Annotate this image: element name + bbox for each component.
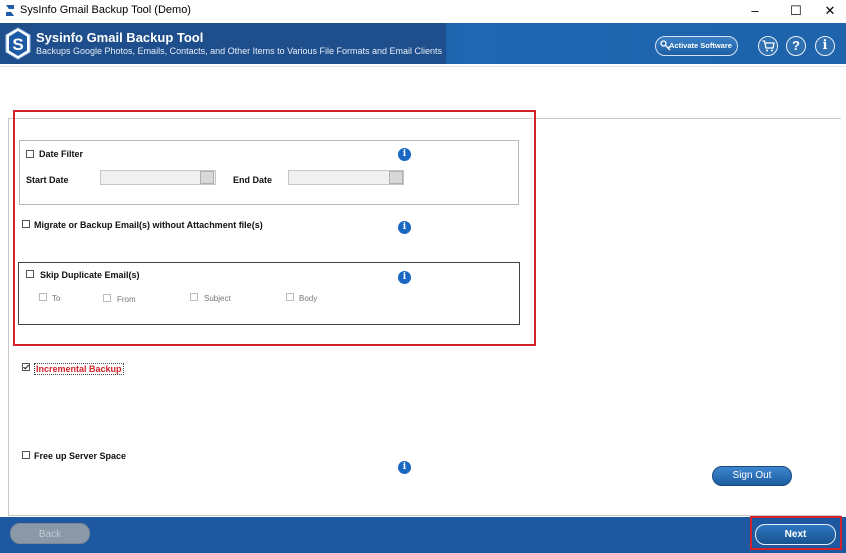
window-title: SysInfo Gmail Backup Tool (Demo) (20, 4, 191, 16)
about-button[interactable]: i (815, 36, 835, 56)
cart-button[interactable] (758, 36, 778, 56)
end-date-input[interactable] (288, 170, 404, 185)
free-space-info-icon[interactable]: i (398, 461, 411, 474)
dup-to-label: To (52, 294, 61, 303)
without-attachments-label: Migrate or Backup Email(s) without Attac… (34, 220, 263, 230)
date-filter-info-icon[interactable]: i (398, 148, 411, 161)
next-button[interactable]: Next (755, 524, 836, 545)
attachments-info-icon[interactable]: i (398, 221, 411, 234)
app-subtitle: Backups Google Photos, Emails, Contacts,… (36, 46, 443, 56)
key-icon (660, 40, 671, 51)
incremental-backup-label: Incremental Backup (34, 363, 124, 375)
skip-duplicate-label: Skip Duplicate Email(s) (40, 270, 140, 280)
date-filter-label: Date Filter (39, 149, 84, 159)
date-filter-group (19, 140, 519, 205)
end-date-label: End Date (233, 175, 273, 185)
start-date-picker-button[interactable] (200, 171, 214, 184)
checkmark-icon (23, 364, 30, 370)
app-icon (6, 5, 14, 16)
dup-subject-label: Subject (204, 294, 231, 303)
start-date-label: Start Date (26, 175, 69, 185)
back-button[interactable]: Back (10, 523, 90, 544)
cart-icon (762, 40, 775, 52)
start-date-input[interactable] (100, 170, 216, 185)
minimize-button[interactable]: – (739, 0, 771, 22)
free-server-space-checkbox[interactable] (22, 451, 30, 459)
incremental-backup-checkbox[interactable] (22, 363, 30, 371)
dup-subject-checkbox[interactable] (190, 293, 198, 301)
header-divider (0, 66, 846, 67)
footer-bar (0, 517, 846, 553)
date-filter-checkbox[interactable] (26, 150, 34, 158)
end-date-picker-button[interactable] (389, 171, 403, 184)
duplicate-info-icon[interactable]: i (398, 271, 411, 284)
without-attachments-checkbox[interactable] (22, 220, 30, 228)
help-button[interactable]: ? (786, 36, 806, 56)
skip-duplicate-checkbox[interactable] (26, 270, 34, 278)
dup-from-checkbox[interactable] (103, 294, 111, 302)
dup-to-checkbox[interactable] (39, 293, 47, 301)
app-title: Sysinfo Gmail Backup Tool (36, 30, 204, 45)
close-button[interactable]: ✕ (814, 0, 846, 22)
svg-text:S: S (12, 35, 23, 54)
dup-body-checkbox[interactable] (286, 293, 294, 301)
sysinfo-logo-icon: S (5, 27, 31, 60)
dup-body-label: Body (299, 294, 318, 303)
maximize-button[interactable]: ☐ (780, 0, 812, 22)
dup-from-label: From (117, 295, 136, 304)
sign-out-button[interactable]: Sign Out (712, 466, 792, 486)
free-server-space-label: Free up Server Space (34, 451, 127, 461)
